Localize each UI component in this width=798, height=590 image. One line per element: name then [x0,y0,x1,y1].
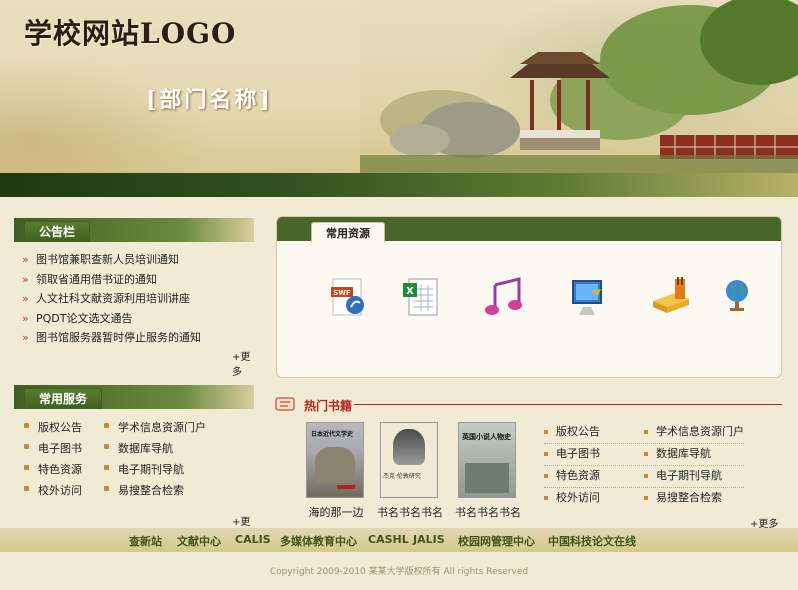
book-cover-text: 日本近代文学史 [311,431,354,438]
pavilion-scene-image [360,0,798,173]
resource-link[interactable]: 电子图书 [544,444,600,464]
svg-text:X: X [406,286,414,297]
hot-books-list: 日本近代文学史 海的那一边 杰克·伦敦研究 书名书名书名 英国小说人物史 书名书… [300,422,530,522]
service-link[interactable]: 电子图书 [24,440,82,456]
music-icon[interactable] [485,277,525,319]
book-item[interactable]: 英国小说人物史 书名书名书名 [455,422,521,519]
resource-link[interactable]: 易搜整合检索 [644,488,722,508]
notice-more-link[interactable]: +更多 [232,348,254,378]
service-link[interactable]: 易搜整合检索 [104,482,184,498]
service-panel-title: 常用服务 [24,388,103,409]
footer-link[interactable]: 校园网管理中心 [458,533,535,549]
excel-file-icon[interactable]: X [401,277,441,319]
service-link[interactable]: 数据库导航 [104,440,173,456]
resource-icons: SWF X [277,277,781,327]
footer-link[interactable]: JALIS [413,533,445,546]
header-banner: 学校网站LOGO [部门名称] [0,0,798,173]
notice-panel-header: 公告栏 [14,218,254,242]
notice-item[interactable]: 图书馆服务器暂时停止服务的通知 [22,328,201,348]
footer-link[interactable]: 查新站 [129,533,162,549]
service-link[interactable]: 特色资源 [24,461,82,477]
hot-books-divider [354,404,782,405]
resources-panel-header: 常用资源 [277,217,781,242]
header-bottom-bar [0,173,798,197]
resource-link[interactable]: 版权公告 [544,422,600,442]
service-link[interactable]: 校外访问 [24,482,82,498]
book-cover-text: 杰克·伦敦研究 [383,473,421,480]
notice-item[interactable]: 图书馆兼职查新人员培训通知 [22,250,201,270]
service-link[interactable]: 电子期刊导航 [104,461,184,477]
notice-item[interactable]: 人文社科文献资源利用培训讲座 [22,289,201,309]
resource-link[interactable]: 学术信息资源门户 [644,422,744,442]
book-title[interactable]: 书名书名书名 [448,504,528,520]
book-title[interactable]: 书名书名书名 [370,504,450,520]
books-icon[interactable] [651,277,691,319]
notice-item[interactable]: 领取省通用借书证的通知 [22,270,201,290]
resource-link[interactable]: 数据库导航 [644,444,711,464]
resource-link[interactable]: 电子期刊导航 [644,466,722,486]
footer-link[interactable]: CALIS [235,533,271,546]
book-title[interactable]: 海的那一边 [296,504,376,520]
service-panel: 常用服务 版权公告 学术信息资源门户 电子图书 数据库导航 特色资源 电子期刊导… [14,385,254,543]
notice-panel: 公告栏 图书馆兼职查新人员培训通知 领取省通用借书证的通知 人文社科文献资源利用… [14,218,254,378]
notice-list: 图书馆兼职查新人员培训通知 领取省通用借书证的通知 人文社科文献资源利用培训讲座… [22,250,201,348]
book-tag-icon [275,397,295,411]
site-logo[interactable]: 学校网站LOGO [24,12,236,52]
footer-link[interactable]: 多媒体教育中心 [280,533,357,549]
book-item[interactable]: 杰克·伦敦研究 书名书名书名 [377,422,443,519]
resource-link[interactable]: 特色资源 [544,466,600,486]
page: 学校网站LOGO [部门名称] 公告栏 » 图书馆兼职查新人员培训通知 » 领取… [0,0,798,590]
notice-item[interactable]: PQDT论文选文通告 [22,309,201,329]
footer-link[interactable]: 中国科技论文在线 [548,533,636,549]
resources-panel-title: 常用资源 [311,222,385,242]
book-item[interactable]: 日本近代文学史 海的那一边 [306,422,366,519]
notice-panel-title: 公告栏 [24,221,91,242]
copyright-text: Copyright 2009-2010 某某大学版权所有 All rights … [269,567,529,577]
globe-icon[interactable] [723,277,753,313]
footer-link[interactable]: 文献中心 [177,533,221,549]
service-link[interactable]: 版权公告 [24,419,82,435]
resource-link[interactable]: 校外访问 [544,488,600,508]
hot-books-title: 热门书籍 [304,399,353,413]
footer-link[interactable]: CASHL [368,533,409,546]
swf-file-icon[interactable]: SWF [329,277,369,319]
service-panel-header: 常用服务 [14,385,254,409]
department-name: [部门名称] [146,87,273,113]
svg-text:SWF: SWF [333,289,351,297]
service-link[interactable]: 学术信息资源门户 [104,419,206,435]
book-cover-text: 英国小说人物史 [462,433,511,441]
computer-icon[interactable] [569,277,609,319]
hot-books-header: 热门书籍 [274,392,782,416]
resources-panel: 常用资源 SWF X [276,216,782,378]
